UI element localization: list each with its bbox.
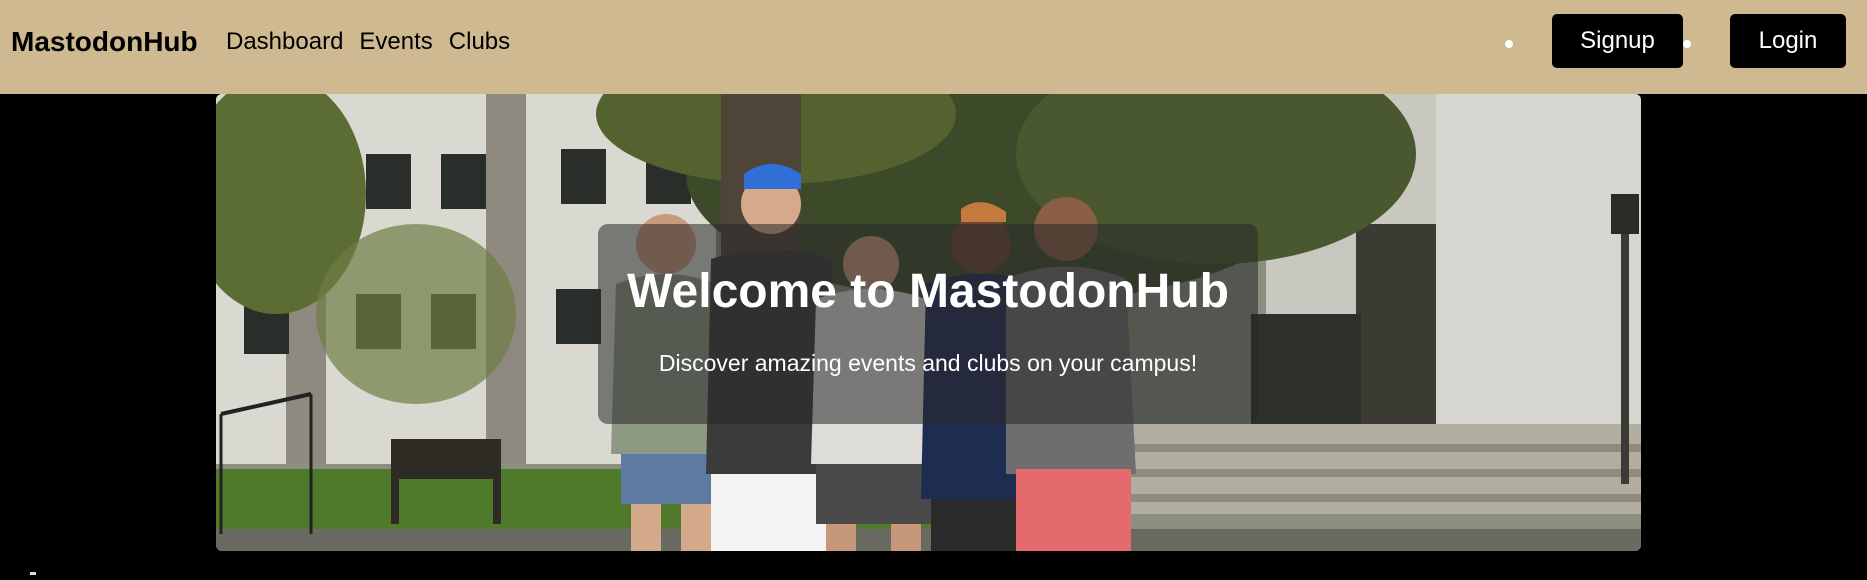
list-bullet-dot	[1683, 40, 1691, 48]
page-fragment	[30, 572, 36, 575]
signup-button[interactable]: Signup	[1552, 14, 1683, 68]
hero-subtitle: Discover amazing events and clubs on you…	[658, 350, 1198, 376]
hero-title: Welcome to MastodonHub	[627, 265, 1229, 318]
nav-links: Dashboard Events Clubs	[226, 26, 510, 58]
top-navbar: MastodonHub Dashboard Events Clubs Signu…	[0, 0, 1867, 94]
list-bullet-dot	[1505, 40, 1513, 48]
login-button[interactable]: Login	[1730, 14, 1846, 68]
nav-link-events[interactable]: Events	[359, 26, 432, 58]
nav-link-clubs[interactable]: Clubs	[449, 26, 510, 58]
nav-link-dashboard[interactable]: Dashboard	[226, 26, 343, 58]
brand-logo-link[interactable]: MastodonHub	[11, 24, 198, 60]
hero-banner: Welcome to MastodonHub Discover amazing …	[216, 94, 1641, 551]
hero-text-overlay: Welcome to MastodonHub Discover amazing …	[598, 224, 1258, 424]
